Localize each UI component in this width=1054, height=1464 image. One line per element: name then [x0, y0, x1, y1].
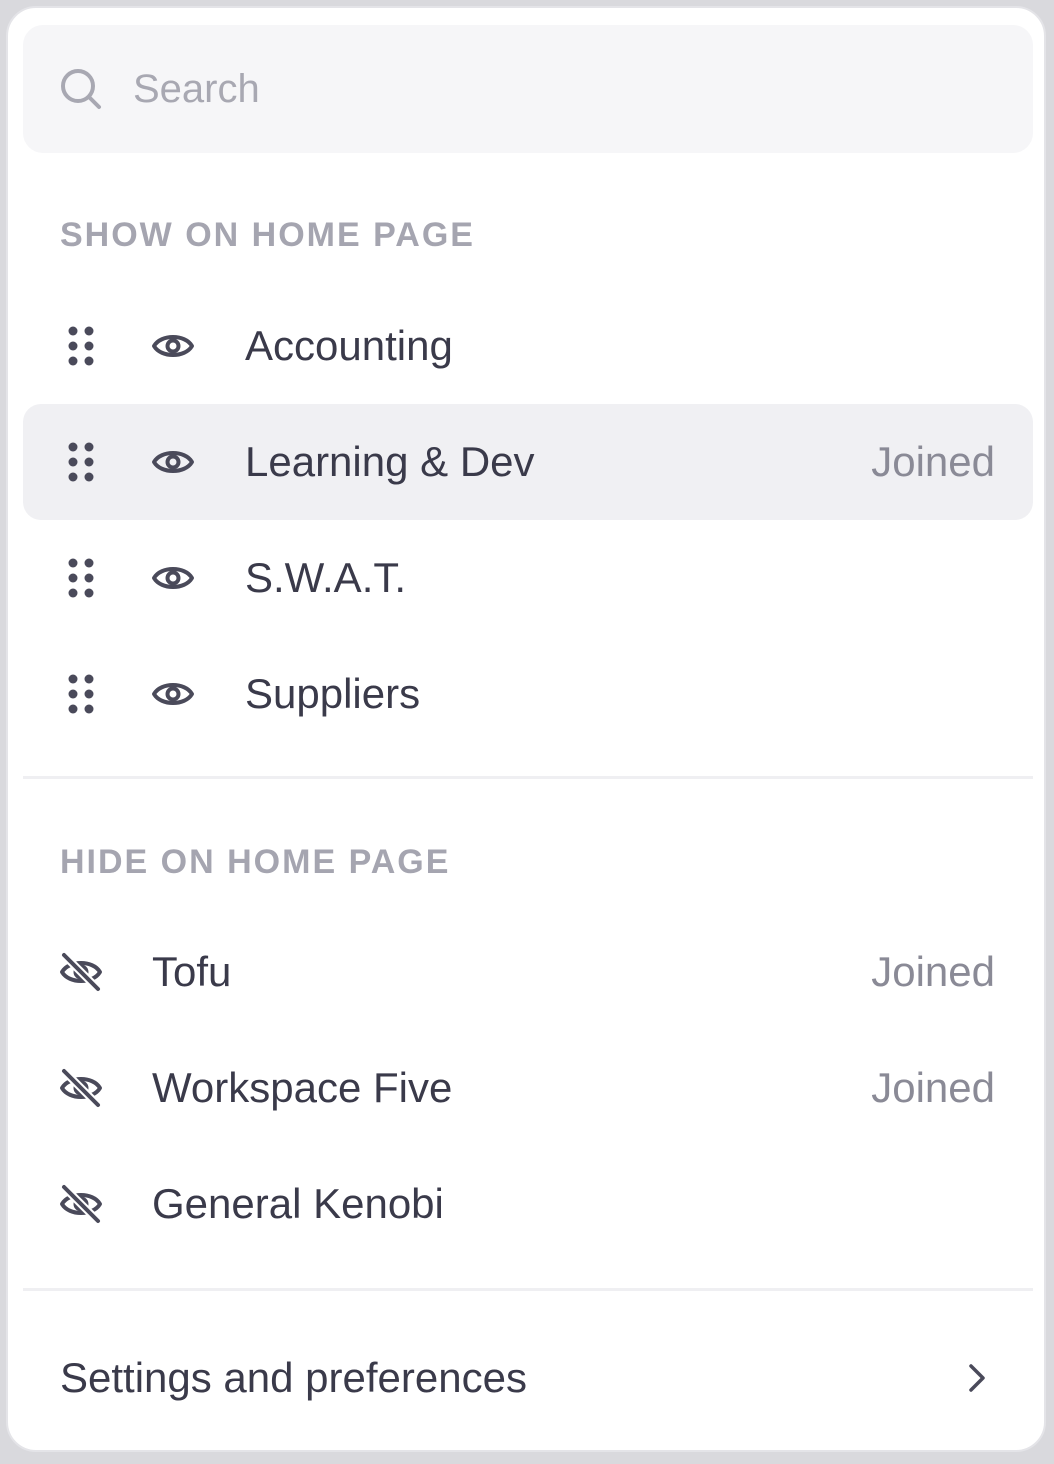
joined-badge: Joined — [871, 1064, 995, 1111]
drag-handle-icon[interactable] — [67, 442, 95, 482]
hide-section-title: HIDE ON HOME PAGE — [60, 843, 451, 881]
drag-handle-icon[interactable] — [67, 326, 95, 366]
item-label: Suppliers — [245, 670, 421, 717]
eye-off-icon[interactable] — [59, 950, 103, 994]
eye-icon[interactable] — [151, 324, 195, 368]
search-bar[interactable] — [23, 25, 1033, 153]
joined-badge: Joined — [871, 948, 995, 995]
eye-off-icon[interactable] — [59, 1182, 103, 1226]
show-item-swat[interactable]: S.W.A.T. — [23, 520, 1033, 636]
section-divider — [23, 1288, 1033, 1291]
settings-label: Settings and preferences — [60, 1354, 527, 1401]
show-item-suppliers[interactable]: Suppliers — [23, 636, 1033, 752]
joined-badge: Joined — [871, 438, 995, 485]
drag-handle-icon[interactable] — [67, 558, 95, 598]
settings-and-preferences-item[interactable]: Settings and preferences — [23, 1318, 1033, 1438]
item-label: Tofu — [152, 948, 232, 995]
chevron-right-icon — [959, 1360, 995, 1396]
hide-item-general-kenobi[interactable]: General Kenobi — [23, 1146, 1033, 1262]
item-label: S.W.A.T. — [245, 554, 407, 601]
workspace-menu-panel: SHOW ON HOME PAGE Accounting Learning & … — [6, 6, 1046, 1452]
show-item-learning-dev[interactable]: Learning & Dev Joined — [23, 404, 1033, 520]
hide-item-workspace-five[interactable]: Workspace Five Joined — [23, 1030, 1033, 1146]
item-label: Learning & Dev — [245, 438, 535, 485]
item-label: General Kenobi — [152, 1180, 444, 1227]
hide-item-tofu[interactable]: Tofu Joined — [23, 914, 1033, 1030]
item-label: Accounting — [245, 322, 453, 369]
eye-icon[interactable] — [151, 440, 195, 484]
eye-icon[interactable] — [151, 556, 195, 600]
search-icon — [59, 67, 103, 111]
section-divider — [23, 776, 1033, 779]
show-section-title: SHOW ON HOME PAGE — [60, 216, 475, 254]
search-input[interactable] — [133, 66, 953, 112]
drag-handle-icon[interactable] — [67, 674, 95, 714]
show-item-accounting[interactable]: Accounting — [23, 288, 1033, 404]
eye-icon[interactable] — [151, 672, 195, 716]
eye-off-icon[interactable] — [59, 1066, 103, 1110]
item-label: Workspace Five — [152, 1064, 453, 1111]
